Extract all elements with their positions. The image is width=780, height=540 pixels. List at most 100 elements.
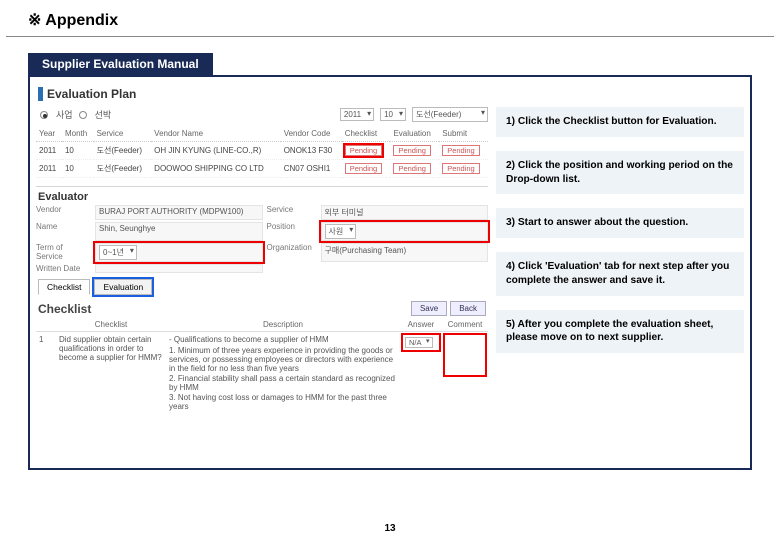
vendor-value: BURAJ PORT AUTHORITY (MDPW100) [95, 205, 263, 220]
instruction-1: 1) Click the Checklist button for Evalua… [496, 107, 744, 137]
col-description: Description [166, 318, 400, 332]
heading-accent-bar [38, 87, 43, 101]
cell: Pending [390, 160, 439, 178]
cell: Pending [439, 160, 488, 178]
answer-highlight: N/A [403, 335, 439, 350]
cell: Pending [342, 160, 391, 178]
evaluation-plan-label: Evaluation Plan [47, 87, 136, 101]
col-service: Service [94, 126, 152, 142]
service-label: Service [267, 205, 317, 220]
col-vendor-code: Vendor Code [281, 126, 342, 142]
checklist-button[interactable]: Pending [345, 145, 383, 156]
col-checklist: Checklist [342, 126, 391, 142]
plan-table: Year Month Service Vendor Name Vendor Co… [36, 126, 488, 178]
checklist-header-row: Checklist Description Answer Comment [36, 318, 488, 332]
instruction-2: 2) Click the position and working period… [496, 151, 744, 195]
org-value: 구매(Purchasing Team) [321, 243, 489, 262]
cell: Pending [342, 142, 391, 160]
cell: 2011 [36, 142, 62, 160]
back-button[interactable]: Back [450, 301, 486, 316]
radio-business[interactable] [40, 111, 48, 119]
action-buttons: Save Back [411, 301, 486, 316]
content-panel: Evaluation Plan 사업 선박 2011 10 도선(Feeder)… [28, 75, 752, 470]
q-description: - Qualifications to become a supplier of… [166, 332, 400, 416]
tab-evaluation[interactable]: Evaluation [94, 279, 152, 295]
desc-item: 2. Financial stability shall pass a cert… [169, 374, 397, 392]
vendor-label: Vendor [36, 205, 91, 220]
checklist-button[interactable]: Pending [345, 163, 383, 174]
page-number: 13 [0, 523, 780, 534]
radio-ship[interactable] [79, 111, 87, 119]
section-subtitle: Supplier Evaluation Manual [28, 53, 213, 75]
col-answer: Answer [400, 318, 442, 332]
cell: 도선(Feeder) [94, 142, 152, 160]
checklist-heading: Checklist [38, 302, 91, 316]
name-value: Shin, Seunghye [95, 222, 263, 241]
col-comment: Comment [442, 318, 488, 332]
answer-select[interactable]: N/A [405, 337, 433, 348]
col-year: Year [36, 126, 62, 142]
tab-bar: Checklist Evaluation [38, 279, 488, 295]
cell: 10 [62, 160, 94, 178]
submit-button[interactable]: Pending [442, 163, 480, 174]
instruction-4: 4) Click 'Evaluation' tab for next step … [496, 252, 744, 296]
year-select[interactable]: 2011 [340, 108, 374, 121]
cell: 10 [62, 142, 94, 160]
q-number: 1 [36, 332, 56, 416]
instruction-3: 3) Start to answer about the question. [496, 208, 744, 238]
cell: Pending [439, 142, 488, 160]
cell: DOOWOO SHIPPING CO LTD [151, 160, 281, 178]
divider [36, 186, 488, 187]
page-title: ※ Appendix [6, 0, 774, 37]
cell: CN07 OSHI1 [281, 160, 342, 178]
desc-item: 1. Minimum of three years experience in … [169, 346, 397, 373]
cell: 2011 [36, 160, 62, 178]
checklist-row: 1 Did supplier obtain certain qualificat… [36, 332, 488, 416]
month-select[interactable]: 10 [380, 108, 406, 121]
cell: Pending [390, 142, 439, 160]
evaluation-plan-heading: Evaluation Plan [38, 87, 488, 101]
cell: OH JIN KYUNG (LINE-CO.,R) [151, 142, 281, 160]
radio-ship-label: 선박 [95, 108, 112, 121]
scope-radio-row: 사업 선박 2011 10 도선(Feeder) [40, 107, 488, 122]
service-value: 외부 터미널 [321, 205, 489, 220]
col-submit: Submit [439, 126, 488, 142]
evaluation-button[interactable]: Pending [393, 145, 431, 156]
desc-item: 3. Not having cost loss or damages to HM… [169, 393, 397, 411]
page: ※ Appendix Supplier Evaluation Manual Ev… [0, 0, 780, 540]
name-label: Name [36, 222, 91, 241]
term-value: 0~1년 [99, 245, 137, 260]
tab-checklist[interactable]: Checklist [38, 279, 90, 295]
col-checklist-q: Checklist [56, 318, 166, 332]
evaluation-button[interactable]: Pending [393, 163, 431, 174]
table-row: 2011 10 도선(Feeder) DOOWOO SHIPPING CO LT… [36, 160, 488, 178]
cell: 도선(Feeder) [94, 160, 152, 178]
term-select[interactable]: 0~1년 [95, 243, 263, 262]
comment-cell [442, 332, 488, 416]
col-month: Month [62, 126, 94, 142]
q-text: Did supplier obtain certain qualificatio… [56, 332, 166, 416]
org-label: Organization [267, 243, 317, 262]
plan-table-header-row: Year Month Service Vendor Name Vendor Co… [36, 126, 488, 142]
instruction-5: 5) After you complete the evaluation she… [496, 310, 744, 354]
embedded-screenshot: Evaluation Plan 사업 선박 2011 10 도선(Feeder)… [36, 83, 488, 466]
answer-cell: N/A [400, 332, 442, 416]
save-button[interactable]: Save [411, 301, 447, 316]
instruction-list: 1) Click the Checklist button for Evalua… [496, 107, 744, 353]
evaluator-heading: Evaluator [38, 191, 488, 203]
written-date-value [95, 264, 263, 273]
cell: ONOK13 F30 [281, 142, 342, 160]
col-evaluation: Evaluation [390, 126, 439, 142]
position-value: 사원 [325, 224, 357, 239]
checklist-header-row: Checklist Save Back [38, 301, 486, 316]
comment-highlight[interactable] [445, 335, 485, 375]
evaluator-grid: Vendor BURAJ PORT AUTHORITY (MDPW100) Se… [36, 205, 488, 273]
table-row: 2011 10 도선(Feeder) OH JIN KYUNG (LINE-CO… [36, 142, 488, 160]
desc-title: - Qualifications to become a supplier of… [169, 335, 397, 344]
submit-button[interactable]: Pending [442, 145, 480, 156]
written-date-label: Written Date [36, 264, 91, 273]
position-select[interactable]: 사원 [321, 222, 489, 241]
filter-select[interactable]: 도선(Feeder) [412, 107, 488, 122]
radio-business-label: 사업 [56, 108, 73, 121]
col-vendor-name: Vendor Name [151, 126, 281, 142]
